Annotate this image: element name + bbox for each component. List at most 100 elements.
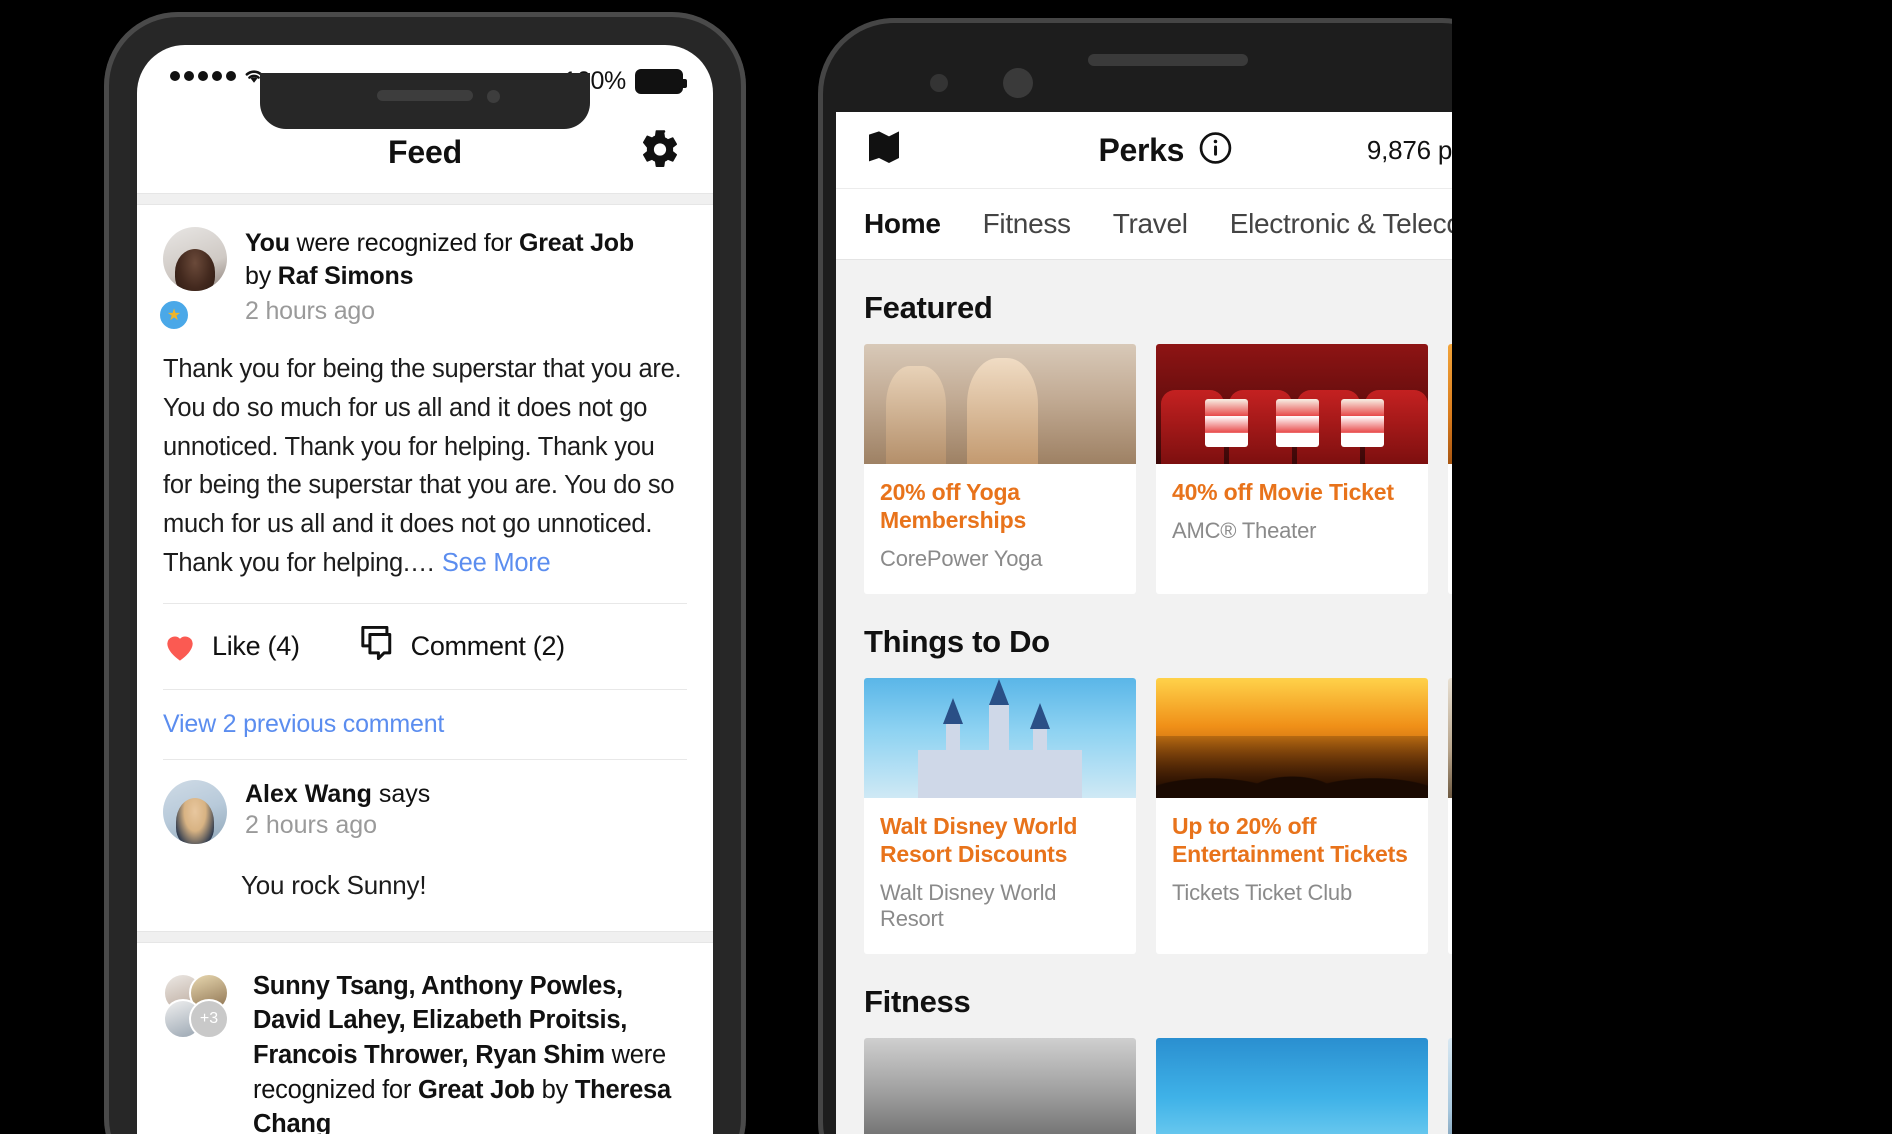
section-divider <box>137 930 713 943</box>
perk-card-subtitle: AMC® Theater <box>1172 518 1317 544</box>
perk-card-text: Up to 20% off Entertainment Tickets Tick… <box>1156 798 1428 928</box>
card-row-things-to-do[interactable]: Walt Disney World Resort Discounts Walt … <box>836 678 1500 955</box>
comment-meta: Alex Wang says 2 hours ago <box>245 780 430 844</box>
perk-card-image <box>1156 1038 1428 1134</box>
perk-card-title: Up to 20% off Entertainment Tickets <box>1172 813 1408 868</box>
perk-card[interactable]: Up to 20% off Entertainment Tickets Tick… <box>1156 678 1428 955</box>
comment-timestamp: 2 hours ago <box>245 810 378 839</box>
post-header: +3 Sunny Tsang, Anthony Powles, David La… <box>163 969 687 1134</box>
earpiece-speaker <box>1088 54 1248 66</box>
perk-card-subtitle: Tickets Ticket Club <box>1172 880 1352 906</box>
post-award-name: Great Job <box>417 1075 535 1104</box>
comment-item: Alex Wang says 2 hours ago You rock Sunn… <box>163 760 687 931</box>
perks-navbar: Perks 9,876 pts <box>836 112 1500 188</box>
tab-electronic-telecom[interactable]: Electronic & Telecom <box>1230 208 1485 240</box>
section-divider <box>137 193 713 205</box>
avatar-group[interactable]: +3 <box>163 972 235 1045</box>
perk-card[interactable]: 20% off Yoga Memberships CorePower Yoga <box>864 344 1136 595</box>
page-title: Perks <box>1098 131 1185 168</box>
gear-icon[interactable] <box>639 129 681 176</box>
post-body: Thank you for being the superstar that y… <box>163 328 687 583</box>
post-headline-by: by <box>245 262 278 290</box>
post-body-text: Thank you for being the superstar that y… <box>163 355 682 577</box>
tab-home[interactable]: Home <box>864 208 941 240</box>
like-label: Like (4) <box>212 630 300 661</box>
perk-card-subtitle: CorePower Yoga <box>880 546 1043 572</box>
perk-card-text: 20% off Yoga Memberships CorePower Yoga <box>864 464 1136 594</box>
comment-header: Alex Wang says 2 hours ago <box>163 779 687 844</box>
status-bar-left <box>170 67 265 84</box>
post-recipients: Sunny Tsang, Anthony Powles, David Lahey… <box>253 971 628 1069</box>
perk-card[interactable] <box>864 1038 1136 1134</box>
post-recipient: You <box>245 229 290 257</box>
perks-tabs: Home Fitness Travel Electronic & Telecom… <box>836 188 1500 260</box>
perk-card[interactable]: Walt Disney World Resort Discounts Walt … <box>864 678 1136 955</box>
earpiece-speaker <box>377 90 473 101</box>
section-title-featured: Featured <box>864 290 993 325</box>
page-title: Feed <box>388 133 462 170</box>
view-previous-comments-link[interactable]: View 2 previous comment <box>163 690 687 759</box>
post-recognized-label: recognized for <box>253 1075 418 1104</box>
device-notch <box>260 73 590 129</box>
heart-icon <box>163 631 197 662</box>
post-headline: Sunny Tsang, Anthony Powles, David Lahey… <box>253 969 687 1134</box>
feed-list: ★ You were recognized for Great Job by R… <box>137 205 713 1134</box>
sensor <box>930 74 948 92</box>
signal-strength-icon <box>170 70 236 81</box>
perk-card-image <box>864 344 1136 464</box>
post-headline: You were recognized for Great Job by Raf… <box>245 227 687 328</box>
perk-card-text: 40% off Movie Ticket AMC® Theater <box>1156 464 1428 566</box>
comment-says-label: says <box>371 779 431 808</box>
perk-card-subtitle: Walt Disney World Resort <box>880 880 1057 932</box>
post-were-label: were <box>604 1040 667 1069</box>
screenshot-stage: 100% Feed ★ You were recognized for Grea… <box>0 0 1892 1134</box>
comment-author-line: Alex Wang says <box>245 780 430 809</box>
canvas-right-edge <box>1452 0 1892 1134</box>
avatar-image <box>163 227 227 291</box>
perk-card-title: 20% off Yoga Memberships <box>880 479 1027 534</box>
tab-fitness[interactable]: Fitness <box>983 208 1071 240</box>
perk-card-image <box>864 1038 1136 1134</box>
feed-post[interactable]: +3 Sunny Tsang, Anthony Powles, David La… <box>137 942 713 1134</box>
section-title-fitness: Fitness <box>864 984 971 1020</box>
perk-card-image <box>1156 678 1428 799</box>
award-badge-icon: ★ <box>157 298 191 332</box>
perk-card[interactable] <box>1156 1038 1428 1134</box>
perks-content: Featured 20% off Yoga Memberships CorePo… <box>836 260 1500 1134</box>
post-actions: Like (4) Comment (2) <box>163 604 687 689</box>
comment-text: You rock Sunny! <box>241 869 427 900</box>
front-camera <box>1003 68 1033 98</box>
like-button[interactable]: Like (4) <box>163 631 300 662</box>
map-icon[interactable] <box>864 128 904 173</box>
comment-label: Comment (2) <box>410 630 566 661</box>
phone-device-left: 100% Feed ★ You were recognized for Grea… <box>104 12 746 1134</box>
avatar[interactable] <box>163 779 227 844</box>
feed-post[interactable]: ★ You were recognized for Great Job by R… <box>137 205 713 931</box>
comment-button[interactable]: Comment (2) <box>358 625 566 667</box>
post-header: ★ You were recognized for Great Job by R… <box>157 227 687 332</box>
perk-card-title: 40% off Movie Ticket <box>1172 479 1394 505</box>
perk-card-image <box>864 678 1136 799</box>
avatar-overflow-count: +3 <box>189 998 229 1039</box>
post-by-label: by <box>534 1075 575 1104</box>
card-row-featured[interactable]: 20% off Yoga Memberships CorePower Yoga … <box>836 344 1500 595</box>
post-headline-mid: were recognized for <box>289 229 520 257</box>
tab-travel[interactable]: Travel <box>1113 208 1188 240</box>
perk-card-image <box>1156 344 1428 464</box>
comment-author: Alex Wang <box>245 779 372 808</box>
phone-right-screen: Perks 9,876 pts Home Fitness Travel Elec… <box>836 112 1500 1134</box>
perk-card-text: Walt Disney World Resort Discounts Walt … <box>864 798 1136 954</box>
card-row-fitness[interactable] <box>836 1038 1500 1134</box>
speech-bubble-icon <box>358 625 396 667</box>
section-title-things-to-do: Things to Do <box>864 624 1050 660</box>
phone-left-screen: 100% Feed ★ You were recognized for Grea… <box>137 45 713 1134</box>
post-timestamp: 2 hours ago <box>245 297 375 325</box>
front-camera <box>487 90 500 103</box>
see-more-link[interactable]: See More <box>442 549 551 577</box>
perk-card-title: Walt Disney World Resort Discounts <box>880 813 1078 868</box>
post-sender: Raf Simons <box>277 262 414 290</box>
battery-full-icon <box>635 69 687 94</box>
perk-card[interactable]: 40% off Movie Ticket AMC® Theater <box>1156 344 1428 595</box>
info-icon[interactable] <box>1198 131 1232 170</box>
avatar[interactable]: ★ <box>157 227 227 332</box>
